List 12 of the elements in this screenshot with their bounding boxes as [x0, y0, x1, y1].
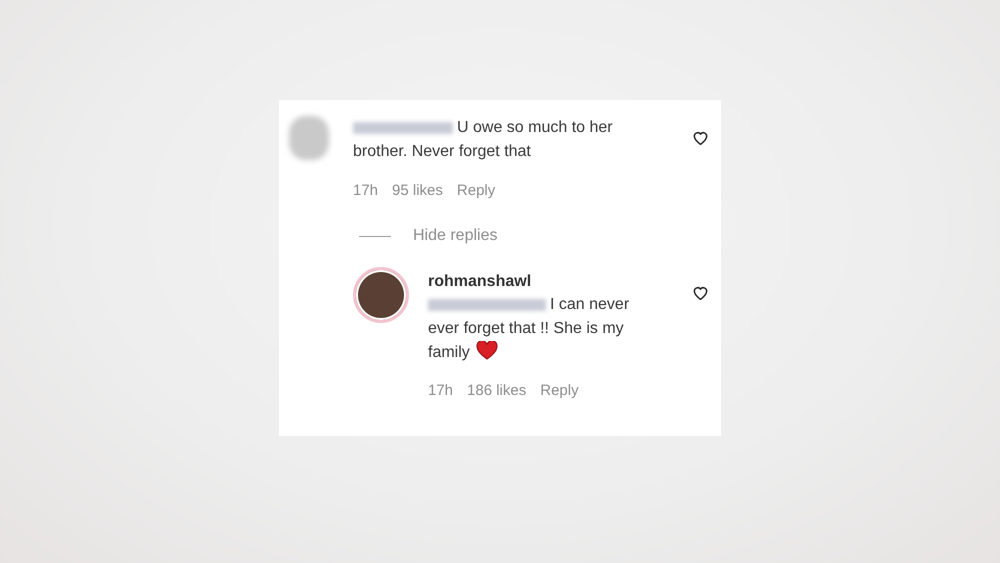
reply-link[interactable]: Reply	[456, 182, 496, 199]
likes-link[interactable]: 186 likes	[467, 382, 526, 399]
heart-icon[interactable]	[692, 130, 709, 145]
comment-time: 17h	[353, 182, 378, 199]
hide-replies-link[interactable]: Hide replies	[413, 227, 498, 245]
username[interactable]: rohmanshawl	[428, 271, 692, 293]
likes-link[interactable]: 95 likes	[392, 182, 443, 199]
reply-text: I can never ever forget that !! She is my family	[428, 295, 630, 363]
heart-icon[interactable]	[692, 285, 709, 300]
reply-link[interactable]: Reply	[540, 382, 579, 399]
comment-text: U owe so much to her brother. Never forget that	[353, 118, 614, 162]
reply-time: 17h	[428, 382, 454, 399]
